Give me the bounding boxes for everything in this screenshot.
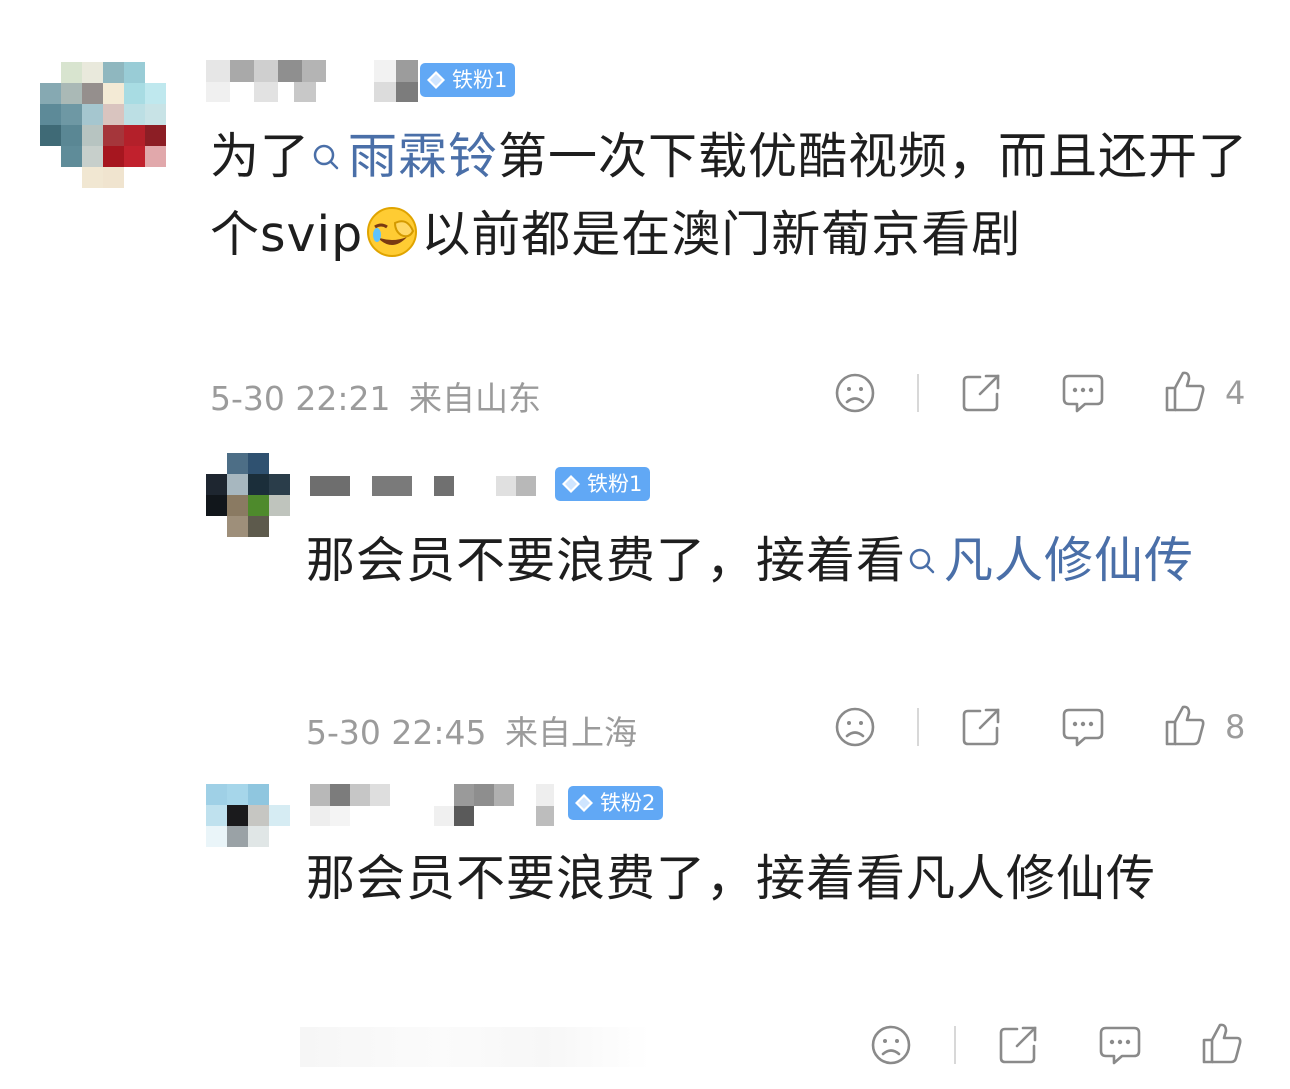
comment-time: 5-30 22:45 bbox=[306, 713, 487, 752]
comment-location: 来自上海 bbox=[505, 713, 637, 752]
reply-button[interactable] bbox=[1061, 372, 1105, 414]
comment-meta-blurred bbox=[300, 1027, 650, 1067]
comment-text: 为了 雨霖铃第一次下载优酷视频，而且还开了个svip 以前都是在澳门新葡京看剧 bbox=[210, 118, 1250, 274]
like-button[interactable] bbox=[1163, 702, 1207, 748]
diamond-icon bbox=[575, 794, 593, 812]
text-segment: 那会员不要浪费了，接着看 bbox=[306, 532, 907, 589]
like-button[interactable] bbox=[1200, 1020, 1244, 1066]
divider bbox=[917, 374, 919, 412]
frown-face-icon bbox=[871, 1025, 911, 1065]
reply-button[interactable] bbox=[1098, 1024, 1142, 1066]
topic-link[interactable]: 凡人修仙传 bbox=[906, 532, 1194, 589]
comment-location: 来自山东 bbox=[409, 379, 541, 418]
divider bbox=[917, 708, 919, 746]
avatar[interactable] bbox=[206, 784, 290, 847]
avatar[interactable] bbox=[40, 62, 166, 188]
share-icon bbox=[999, 1026, 1037, 1064]
comment-meta: 5-30 22:21 来自山东 bbox=[210, 372, 541, 420]
frown-face-icon bbox=[835, 373, 875, 413]
fan-badge[interactable]: 铁粉1 bbox=[420, 63, 516, 97]
dislike-button[interactable] bbox=[834, 706, 876, 748]
avatar[interactable] bbox=[206, 453, 290, 537]
like-count: 4 bbox=[1225, 374, 1246, 412]
thumbs-up-icon bbox=[1202, 1023, 1242, 1064]
text-segment: 为了 bbox=[210, 128, 311, 185]
text-segment: 以前都是在澳门新葡京看剧 bbox=[421, 206, 1022, 263]
comment-time: 5-30 22:21 bbox=[210, 379, 391, 418]
topic-link[interactable]: 雨霖铃 bbox=[310, 128, 498, 185]
badge-label: 铁粉1 bbox=[587, 472, 643, 496]
share-button[interactable] bbox=[960, 372, 1002, 414]
share-button[interactable] bbox=[960, 706, 1002, 748]
search-icon bbox=[313, 144, 339, 170]
comment-text: 那会员不要浪费了，接着看凡人修仙传 bbox=[306, 840, 1226, 918]
badge-label: 铁粉2 bbox=[600, 791, 656, 815]
face-palm-laughing-emoji-icon bbox=[367, 207, 418, 257]
comment-bubble-icon bbox=[1099, 1026, 1141, 1065]
comment-meta: 5-30 22:45 来自上海 bbox=[306, 706, 637, 754]
share-icon bbox=[962, 708, 1000, 746]
fan-badge[interactable]: 铁粉2 bbox=[568, 786, 664, 820]
topic-label: 雨霖铃 bbox=[348, 128, 499, 185]
like-count: 8 bbox=[1225, 708, 1246, 746]
thumbs-up-icon bbox=[1165, 705, 1205, 746]
diamond-icon bbox=[427, 71, 445, 89]
username-blurred[interactable] bbox=[206, 60, 418, 102]
dislike-button[interactable] bbox=[834, 372, 876, 414]
frown-face-icon bbox=[835, 707, 875, 747]
diamond-icon bbox=[562, 475, 580, 493]
comment-bubble-icon bbox=[1062, 374, 1104, 413]
share-icon bbox=[962, 374, 1000, 412]
comment-text: 那会员不要浪费了，接着看凡人修仙传 bbox=[306, 522, 1216, 600]
fan-badge[interactable]: 铁粉1 bbox=[555, 467, 651, 501]
badge-label: 铁粉1 bbox=[452, 68, 508, 92]
comment-bubble-icon bbox=[1062, 708, 1104, 747]
thumbs-up-icon bbox=[1165, 371, 1205, 412]
username-blurred[interactable] bbox=[310, 470, 550, 512]
share-button[interactable] bbox=[997, 1024, 1039, 1066]
topic-label: 凡人修仙传 bbox=[944, 532, 1195, 589]
like-button[interactable] bbox=[1163, 368, 1207, 414]
search-icon bbox=[909, 548, 935, 574]
dislike-button[interactable] bbox=[870, 1024, 912, 1066]
text-segment: 那会员不要浪费了，接着看凡人修仙传 bbox=[306, 850, 1157, 907]
reply-button[interactable] bbox=[1061, 706, 1105, 748]
username-blurred[interactable] bbox=[310, 784, 570, 826]
divider bbox=[954, 1026, 956, 1064]
